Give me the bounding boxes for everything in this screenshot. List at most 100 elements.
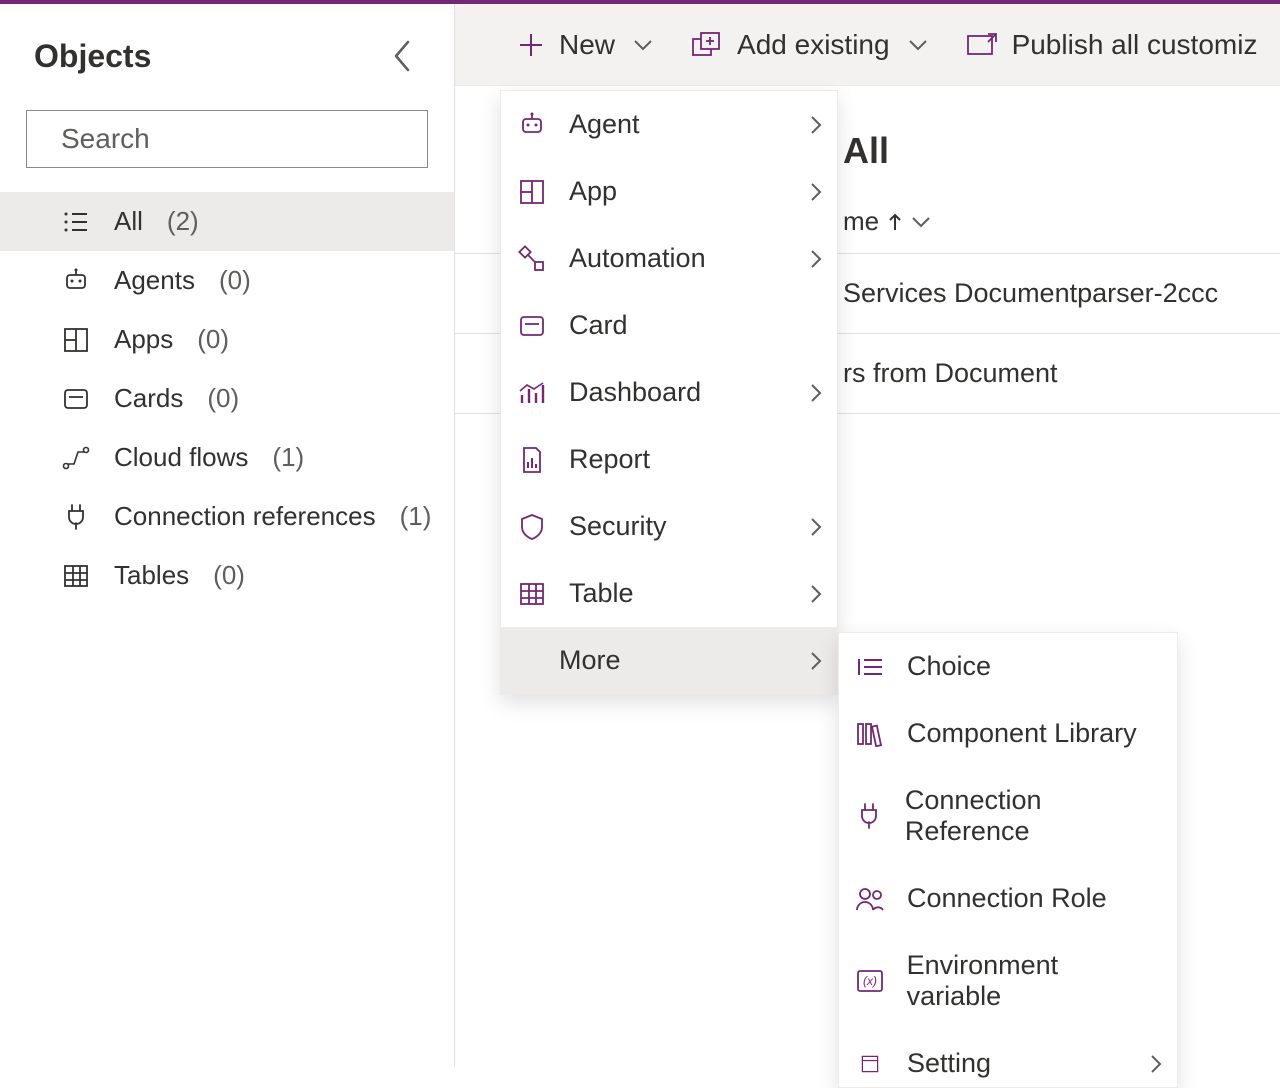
flow-icon — [62, 446, 90, 470]
sort-asc-icon — [887, 212, 903, 232]
menu-item-label: Security — [569, 511, 667, 542]
setting-icon — [853, 1055, 887, 1073]
sidebar-item-count: (0) — [219, 265, 251, 296]
menu-item-environment-variable[interactable]: (x) Environment variable — [839, 932, 1177, 1030]
plus-icon — [517, 31, 545, 59]
table-icon — [515, 582, 549, 606]
menu-item-label: More — [559, 645, 621, 676]
sidebar-title: Objects — [34, 38, 151, 75]
new-menu: Agent App Automation Card Dashboard — [500, 90, 838, 695]
menu-item-label: Setting — [907, 1048, 991, 1079]
sidebar-item-apps[interactable]: Apps (0) — [0, 310, 454, 369]
sidebar-item-label: Connection references — [114, 501, 376, 532]
menu-item-label: Connection Reference — [905, 785, 1157, 847]
add-existing-button[interactable]: Add existing — [681, 21, 938, 69]
app-icon — [515, 179, 549, 205]
bot-icon — [62, 268, 90, 294]
main-area: New Add existing Publish all customiz Al… — [455, 4, 1280, 1066]
sidebar-item-agents[interactable]: Agents (0) — [0, 251, 454, 310]
plug-icon — [62, 503, 90, 531]
new-label: New — [559, 29, 615, 61]
new-button[interactable]: New — [507, 21, 663, 69]
library-icon — [853, 721, 887, 747]
menu-item-label: Environment variable — [907, 950, 1157, 1012]
chevron-right-icon — [809, 516, 823, 538]
add-existing-label: Add existing — [737, 29, 890, 61]
menu-item-app[interactable]: App — [501, 158, 837, 225]
sidebar-item-label: All — [114, 206, 143, 237]
menu-item-report[interactable]: Report — [501, 426, 837, 493]
menu-item-label: Card — [569, 310, 628, 341]
chevron-right-icon — [809, 181, 823, 203]
chevron-down-icon — [911, 215, 931, 229]
chevron-right-icon — [809, 382, 823, 404]
menu-item-automation[interactable]: Automation — [501, 225, 837, 292]
menu-item-security[interactable]: Security — [501, 493, 837, 560]
sidebar-item-count: (0) — [197, 324, 229, 355]
menu-item-label: Connection Role — [907, 883, 1107, 914]
sidebar-item-tables[interactable]: Tables (0) — [0, 546, 454, 605]
sidebar-item-label: Agents — [114, 265, 195, 296]
sidebar-item-connection-references[interactable]: Connection references (1) — [0, 487, 454, 546]
menu-item-connection-role[interactable]: Connection Role — [839, 865, 1177, 932]
choice-icon — [853, 655, 887, 679]
sidebar-item-label: Tables — [114, 560, 189, 591]
menu-item-dashboard[interactable]: Dashboard — [501, 359, 837, 426]
table-icon — [62, 564, 90, 588]
column-header-label: me — [843, 206, 879, 237]
sidebar-item-cards[interactable]: Cards (0) — [0, 369, 454, 428]
menu-item-more[interactable]: More — [501, 627, 837, 694]
sidebar-item-count: (0) — [207, 383, 239, 414]
list-icon — [62, 210, 90, 234]
chevron-right-icon — [1149, 1053, 1163, 1075]
menu-item-label: Choice — [907, 651, 991, 682]
chevron-down-icon — [633, 38, 653, 52]
menu-item-component-library[interactable]: Component Library — [839, 700, 1177, 767]
sidebar: Objects All (2) Agents (0) — [0, 4, 455, 1066]
chevron-left-icon — [390, 38, 414, 74]
sidebar-item-all[interactable]: All (2) — [0, 192, 454, 251]
menu-item-label: Report — [569, 444, 650, 475]
menu-item-connection-reference[interactable]: Connection Reference — [839, 767, 1177, 865]
search-input-container[interactable] — [26, 110, 428, 168]
chevron-right-icon — [809, 114, 823, 136]
menu-item-agent[interactable]: Agent — [501, 91, 837, 158]
shield-icon — [515, 513, 549, 541]
search-input[interactable] — [59, 122, 424, 156]
publish-icon — [966, 32, 998, 58]
chevron-down-icon — [908, 38, 928, 52]
menu-item-choice[interactable]: Choice — [839, 633, 1177, 700]
chevron-right-icon — [809, 583, 823, 605]
sidebar-item-count: (1) — [400, 501, 432, 532]
svg-text:(x): (x) — [863, 974, 877, 988]
sidebar-item-label: Apps — [114, 324, 173, 355]
add-existing-icon — [691, 31, 723, 59]
sidebar-item-count: (0) — [213, 560, 245, 591]
bot-icon — [515, 112, 549, 138]
toolbar: New Add existing Publish all customiz — [455, 4, 1280, 86]
publish-label: Publish all customiz — [1012, 29, 1258, 61]
sidebar-collapse-button[interactable] — [380, 28, 424, 84]
menu-item-table[interactable]: Table — [501, 560, 837, 627]
sidebar-nav: All (2) Agents (0) Apps (0) Cards (0) Cl… — [0, 192, 454, 605]
menu-item-label: Dashboard — [569, 377, 701, 408]
chevron-right-icon — [809, 248, 823, 270]
dashboard-icon — [515, 381, 549, 405]
app-icon — [62, 327, 90, 353]
menu-item-label: Component Library — [907, 718, 1137, 749]
menu-item-card[interactable]: Card — [501, 292, 837, 359]
automation-icon — [515, 245, 549, 273]
menu-item-label: Table — [569, 578, 634, 609]
menu-item-label: Agent — [569, 109, 640, 140]
chevron-right-icon — [809, 650, 823, 672]
sidebar-item-count: (2) — [167, 206, 199, 237]
sidebar-item-cloud-flows[interactable]: Cloud flows (1) — [0, 428, 454, 487]
people-icon — [853, 886, 887, 912]
sidebar-item-label: Cards — [114, 383, 183, 414]
menu-item-label: App — [569, 176, 617, 207]
menu-item-label: Automation — [569, 243, 706, 274]
plug-icon — [853, 802, 885, 830]
sidebar-item-label: Cloud flows — [114, 442, 248, 473]
menu-item-setting[interactable]: Setting — [839, 1030, 1177, 1087]
publish-button[interactable]: Publish all customiz — [956, 21, 1268, 69]
